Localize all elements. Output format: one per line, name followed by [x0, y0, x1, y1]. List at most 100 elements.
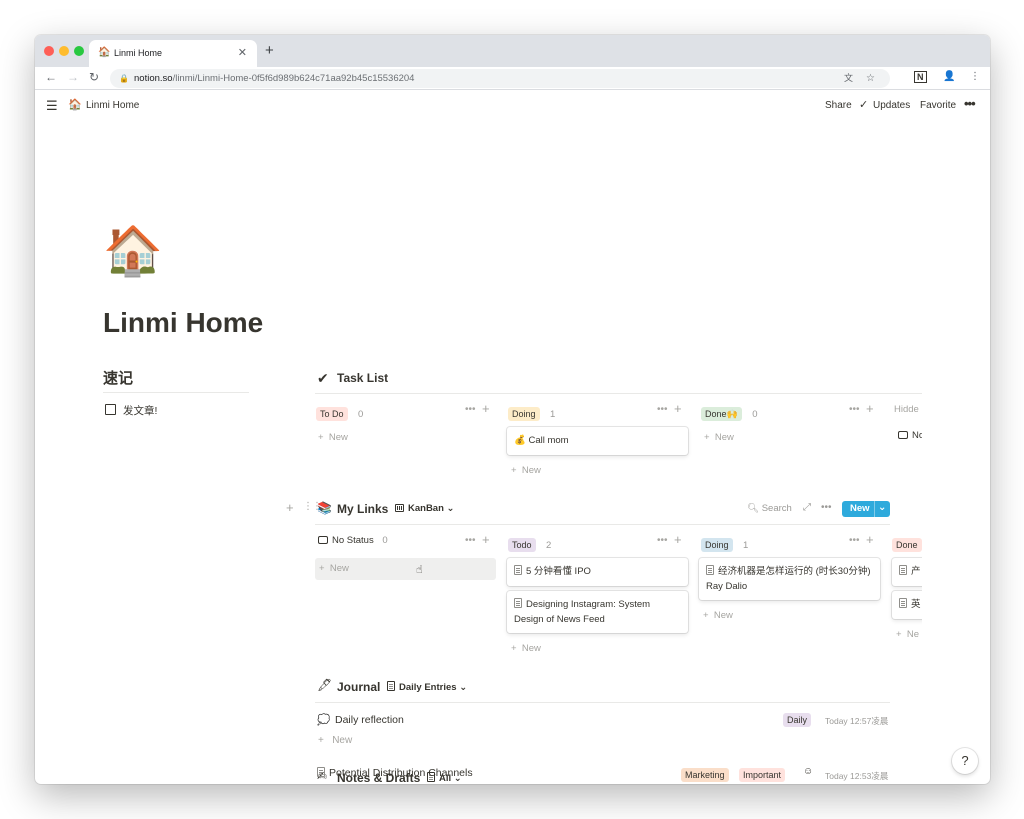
chevron-down-icon: ⌄	[459, 682, 468, 693]
timestamp: Today 12:53凌晨	[825, 771, 889, 781]
browser-tab[interactable]: 🏠 Linmi Home ✕	[89, 40, 257, 67]
page-icon	[706, 565, 714, 575]
browser-toolbar: ← → ↻ 🔒 notion.so/linmi/Linmi-Home-0f5f6…	[35, 67, 990, 90]
column-label[interactable]: No Status	[332, 535, 374, 546]
status-pill[interactable]: Done	[892, 538, 922, 552]
status-pill[interactable]: Doing	[508, 407, 540, 421]
breadcrumb[interactable]: Linmi Home	[86, 100, 139, 111]
my-links-title[interactable]: My Links	[337, 502, 388, 516]
close-window-button[interactable]	[44, 46, 54, 56]
translate-icon[interactable]: 文	[844, 69, 853, 88]
column-more-icon[interactable]: •••	[657, 404, 668, 415]
board-new-button[interactable]: + New	[511, 643, 541, 654]
chrome-menu-icon[interactable]: ⋮	[970, 71, 980, 82]
journal-icon: 🖋	[317, 678, 333, 692]
status-pill[interactable]: To Do	[316, 407, 348, 421]
quick-notes-heading[interactable]: 速记	[103, 367, 133, 388]
bookmark-star-icon[interactable]: ☆	[866, 69, 875, 88]
column-add-icon[interactable]: +	[482, 401, 490, 416]
status-pill[interactable]: Done🙌	[701, 407, 742, 421]
hidden-column-item[interactable]: No	[898, 430, 922, 441]
board-column-header: Doing 1	[508, 404, 555, 422]
list-item[interactable]: 💭 Daily reflection	[317, 713, 404, 726]
chevron-down-icon[interactable]: ⌄	[878, 500, 886, 516]
help-button[interactable]: ?	[952, 748, 978, 774]
add-block-icon[interactable]: +	[286, 500, 294, 515]
board-card[interactable]: 💰 Call mom	[507, 427, 688, 455]
board-new-button[interactable]: + New	[511, 465, 541, 476]
reload-icon[interactable]: ↻	[89, 70, 99, 84]
card-title: 经济机器是怎样运行的 (时长30分钟) Ray Dalio	[706, 566, 871, 592]
hidden-column-header[interactable]: Hidde	[894, 404, 922, 415]
column-add-icon[interactable]: +	[674, 532, 682, 547]
board-new-button[interactable]: + New	[318, 432, 348, 443]
task-list-title[interactable]: Task List	[337, 371, 388, 385]
page-title[interactable]: Linmi Home	[103, 307, 263, 339]
column-more-icon[interactable]: •••	[849, 404, 860, 415]
column-count: 1	[742, 540, 749, 551]
page-content: 🏠 Linmi Home 速记 发文章! ✔ Task List To Do 0…	[35, 121, 990, 784]
tab-close-icon[interactable]: ✕	[238, 46, 247, 59]
column-add-icon[interactable]: +	[866, 532, 874, 547]
content-clip-mask	[922, 371, 990, 651]
list-item[interactable]: Potential Distribution Channels	[317, 767, 473, 779]
page-icon	[317, 767, 325, 777]
board-card[interactable]: 5 分钟看懂 IPO	[507, 558, 688, 586]
notion-topbar: ☰ 🏠 Linmi Home Share ✓ Updates Favorite …	[35, 91, 990, 121]
status-pill[interactable]: Doing	[701, 538, 733, 552]
page-icon[interactable]: 🏠	[103, 225, 163, 279]
column-add-icon[interactable]: +	[482, 532, 490, 547]
page-icon	[514, 598, 522, 608]
list-item-title: Potential Distribution Channels	[329, 767, 473, 779]
column-add-icon[interactable]: +	[674, 401, 682, 416]
todo-checkbox[interactable]	[105, 404, 116, 415]
address-bar[interactable]: 🔒 notion.so/linmi/Linmi-Home-0f5f6d989b6…	[110, 69, 890, 88]
card-title: 产	[911, 566, 921, 577]
forward-icon[interactable]: →	[67, 70, 79, 84]
column-count: 0	[357, 409, 364, 420]
board-new-button[interactable]: + Ne	[896, 629, 922, 640]
share-button[interactable]: Share	[825, 100, 852, 111]
updates-button[interactable]: Updates	[873, 100, 910, 111]
board-card[interactable]: 经济机器是怎样运行的 (时长30分钟) Ray Dalio	[699, 558, 880, 600]
board-card[interactable]: Designing Instagram: System Design of Ne…	[507, 591, 688, 633]
tag-pill[interactable]: Daily	[783, 713, 812, 727]
tag-pill[interactable]: Important	[739, 768, 786, 782]
board-new-button[interactable]: + New	[704, 432, 734, 443]
column-more-icon[interactable]: •••	[657, 535, 668, 546]
board-view-icon	[395, 504, 404, 512]
status-pill[interactable]: Todo	[508, 538, 536, 552]
page-icon	[899, 565, 907, 575]
search-button[interactable]: 🔍︎ Search	[747, 503, 792, 514]
todo-text[interactable]: 发文章!	[123, 403, 157, 418]
maximize-window-button[interactable]	[74, 46, 84, 56]
column-more-icon[interactable]: •••	[849, 535, 860, 546]
page-icon	[514, 565, 522, 575]
list-new-button[interactable]: + New	[318, 735, 352, 746]
new-record-button[interactable]: New ⌄	[842, 501, 890, 517]
board-column-header: Done	[892, 535, 922, 553]
journal-title[interactable]: Journal	[337, 680, 380, 694]
expand-icon[interactable]: ⤢	[803, 502, 811, 513]
more-options-icon[interactable]: •••	[964, 96, 976, 111]
timestamp: Today 12:57凌晨	[825, 716, 889, 726]
profile-avatar[interactable]: 👤	[943, 71, 955, 82]
sidebar-toggle-icon[interactable]: ☰	[46, 98, 58, 114]
board-new-button[interactable]: + New	[315, 558, 496, 580]
lock-icon: 🔒	[119, 74, 129, 83]
column-more-icon[interactable]: •••	[465, 535, 476, 546]
new-tab-button[interactable]: +	[265, 42, 274, 59]
minimize-window-button[interactable]	[59, 46, 69, 56]
more-options-icon[interactable]: •••	[821, 502, 832, 513]
board-new-button[interactable]: + New	[703, 610, 733, 621]
breadcrumb-page-icon: 🏠	[68, 99, 82, 111]
notion-extension-icon[interactable]: N	[914, 71, 927, 83]
favorite-button[interactable]: Favorite	[920, 100, 956, 111]
back-icon[interactable]: ←	[45, 70, 57, 84]
column-more-icon[interactable]: •••	[465, 404, 476, 415]
view-selector[interactable]: KanBan ⌄	[395, 503, 455, 514]
column-add-icon[interactable]: +	[866, 401, 874, 416]
tag-pill[interactable]: Marketing	[681, 768, 729, 782]
board-column-header: To Do 0	[316, 404, 363, 422]
view-selector[interactable]: Daily Entries ⌄	[387, 681, 467, 693]
